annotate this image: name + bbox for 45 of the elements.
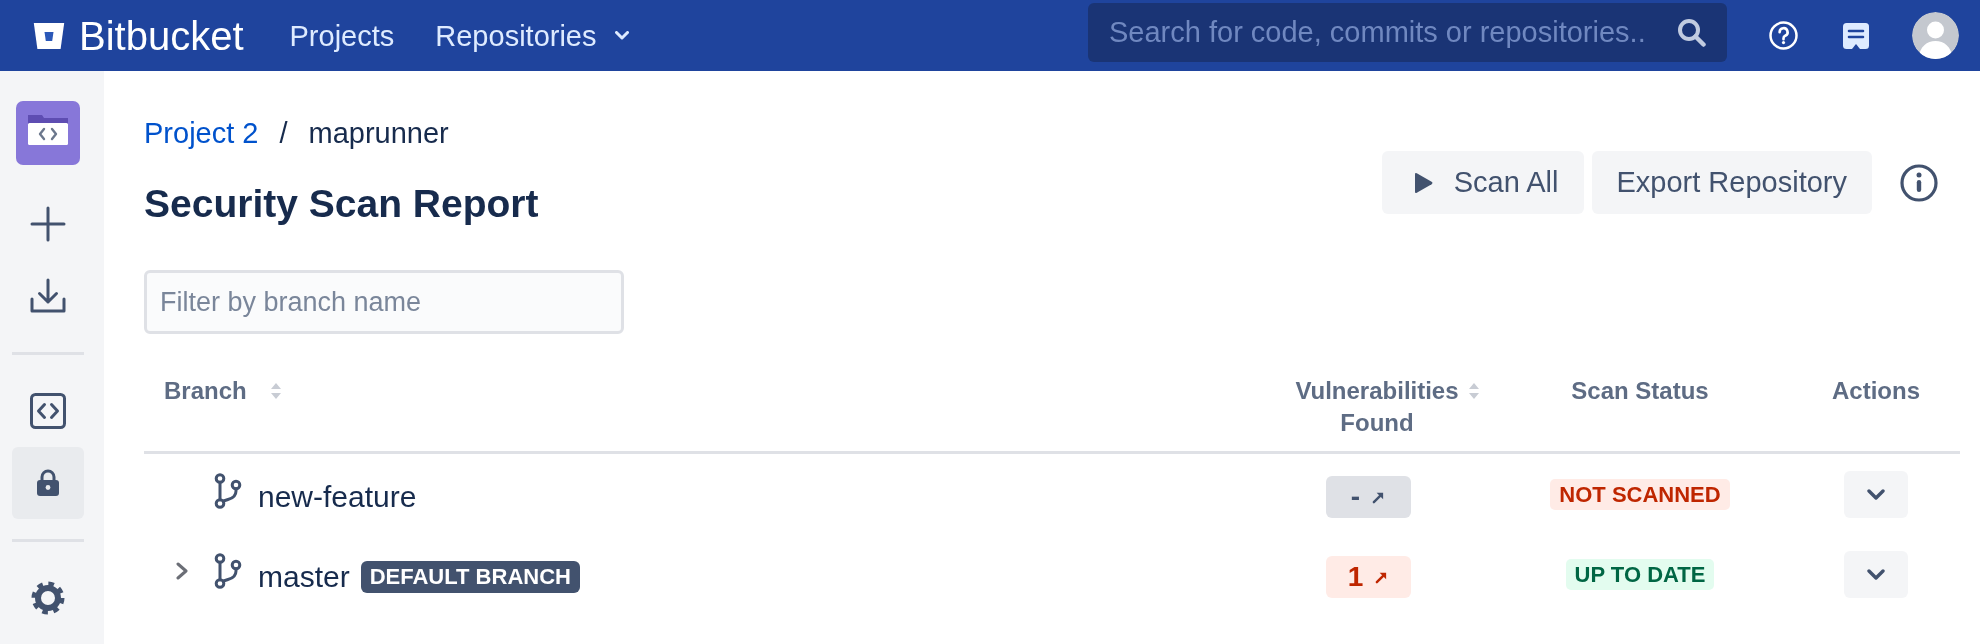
download-icon[interactable] [30,278,66,314]
avatar-icon[interactable] [1912,12,1959,59]
filter-field[interactable]: Filter by branch name [144,270,624,334]
branch-badge: DEFAULT BRANCH [360,561,580,593]
plus-icon[interactable] [30,206,66,242]
search-icon [1677,18,1706,47]
chevron-down-icon [1867,488,1885,500]
sidebar-item[interactable] [12,447,84,519]
actions-dropdown-button[interactable] [1844,550,1908,598]
vulnerability-count-link[interactable]: - [1325,476,1411,518]
info-icon[interactable] [1900,163,1938,202]
scan-all-button[interactable]: Scan All [1381,151,1584,214]
branch-icon [214,473,242,509]
chevron-down-icon [1867,568,1885,580]
help-icon[interactable] [1769,21,1798,50]
arrow-icon [1375,570,1389,584]
play-icon [1413,171,1433,194]
status-lozenge: NOT SCANNED [1550,478,1730,510]
branch-name[interactable]: new-feature [258,477,417,517]
bucket-logo-icon[interactable] [33,21,65,50]
note-icon[interactable] [1842,21,1870,50]
nav-link[interactable]: Repositories [435,15,630,56]
vulnerability-count-link[interactable]: 1 [1325,556,1411,598]
breadcrumb-current: maprunner [308,116,449,151]
breadcrumb-separator: / [279,116,288,151]
column-header: Actions [1832,376,1920,406]
project-avatar-icon[interactable] [16,101,80,165]
column-header[interactable]: Branch [164,375,247,407]
brand-name[interactable]: Bitbucket [79,11,244,60]
column-header: Scan Status [1571,376,1709,406]
export-repository-button[interactable]: Export Repository [1591,151,1872,214]
arrow-icon [1372,490,1386,504]
chevron-right-icon[interactable] [176,562,188,580]
branch-name[interactable]: master [258,557,350,597]
status-lozenge: UP TO DATE [1565,558,1715,590]
breadcrumb-link[interactable]: Project 2 [144,113,259,153]
settings-icon[interactable] [31,581,65,615]
page-title: Security Scan Report [144,181,539,227]
column-header[interactable]: Vulnerabilities Found [1292,375,1462,439]
actions-dropdown-button[interactable] [1844,470,1908,518]
code-icon[interactable] [30,393,66,429]
lock-icon [36,469,60,497]
search-field[interactable]: Search for code, commits or repositories.. [1088,3,1727,62]
nav-link[interactable]: Projects [289,15,395,56]
branch-icon [214,553,242,589]
